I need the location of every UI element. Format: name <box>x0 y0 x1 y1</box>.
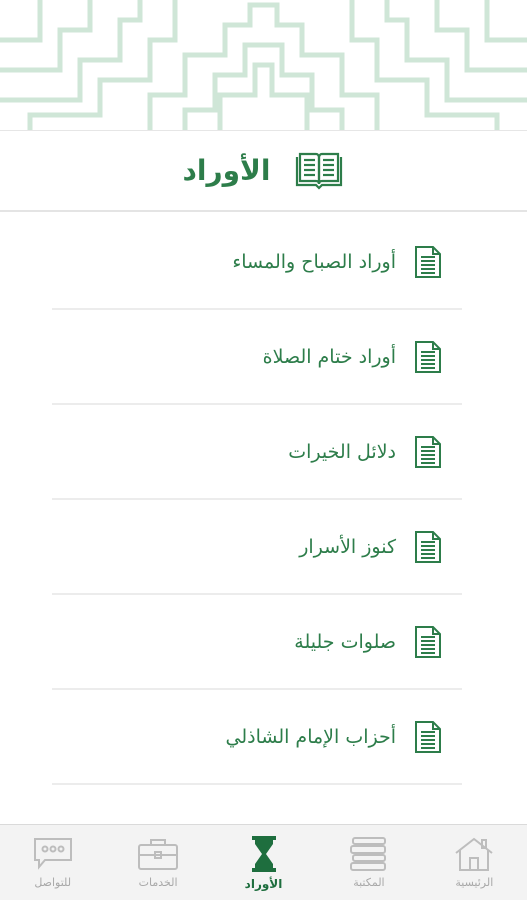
tab-label: للتواصل <box>34 876 72 889</box>
tab-contact[interactable]: للتواصل <box>0 825 105 900</box>
document-icon <box>414 530 442 564</box>
hourglass-icon <box>251 835 276 872</box>
title-bar: الأوراد <box>0 130 527 212</box>
tab-services[interactable]: الخدمات <box>105 825 210 900</box>
list-item[interactable]: كنوز الأسرار <box>52 500 462 595</box>
list-item[interactable]: أحزاب الإمام الشاذلي <box>52 690 462 785</box>
list-item[interactable]: صلوات جليلة <box>52 595 462 690</box>
document-icon <box>414 435 442 469</box>
document-icon <box>414 720 442 754</box>
tab-home[interactable]: الرئيسية <box>422 825 527 900</box>
home-icon <box>455 837 493 871</box>
tab-label: الأوراد <box>244 876 283 891</box>
tab-label: الرئيسية <box>455 876 494 889</box>
chat-icon <box>33 838 72 870</box>
document-icon <box>414 625 442 659</box>
document-icon <box>414 340 442 374</box>
list-item[interactable]: دلائل الخيرات <box>52 405 462 500</box>
tab-library[interactable]: المكتبة <box>316 825 421 900</box>
list-item-label: صلوات جليلة <box>294 630 396 653</box>
open-book-icon <box>294 151 344 191</box>
tab-label: المكتبة <box>353 876 385 889</box>
list-item-label: أحزاب الإمام الشاذلي <box>225 725 397 748</box>
list-item-label: أوراد ختام الصلاة <box>262 345 396 368</box>
list-item-label: كنوز الأسرار <box>299 535 396 558</box>
list-item[interactable]: أوراد ختام الصلاة <box>52 310 462 405</box>
books-icon <box>349 837 386 871</box>
page-title: الأوراد <box>182 154 271 187</box>
list-item[interactable]: أوراد الصباح والمساء <box>52 215 462 310</box>
bottom-tab-bar: للتواصل الخدمات الأوراد المكتبة الرئيسية <box>0 824 527 900</box>
tab-label: الخدمات <box>138 876 178 889</box>
header-pattern <box>0 0 527 130</box>
list-item-label: أوراد الصباح والمساء <box>232 250 396 273</box>
awrad-list: أوراد الصباح والمساء أوراد ختام الصلاة د… <box>52 215 462 785</box>
list-item-label: دلائل الخيرات <box>288 440 396 463</box>
tab-awrad[interactable]: الأوراد <box>211 825 316 900</box>
document-icon <box>414 245 442 279</box>
briefcase-icon <box>138 839 179 870</box>
